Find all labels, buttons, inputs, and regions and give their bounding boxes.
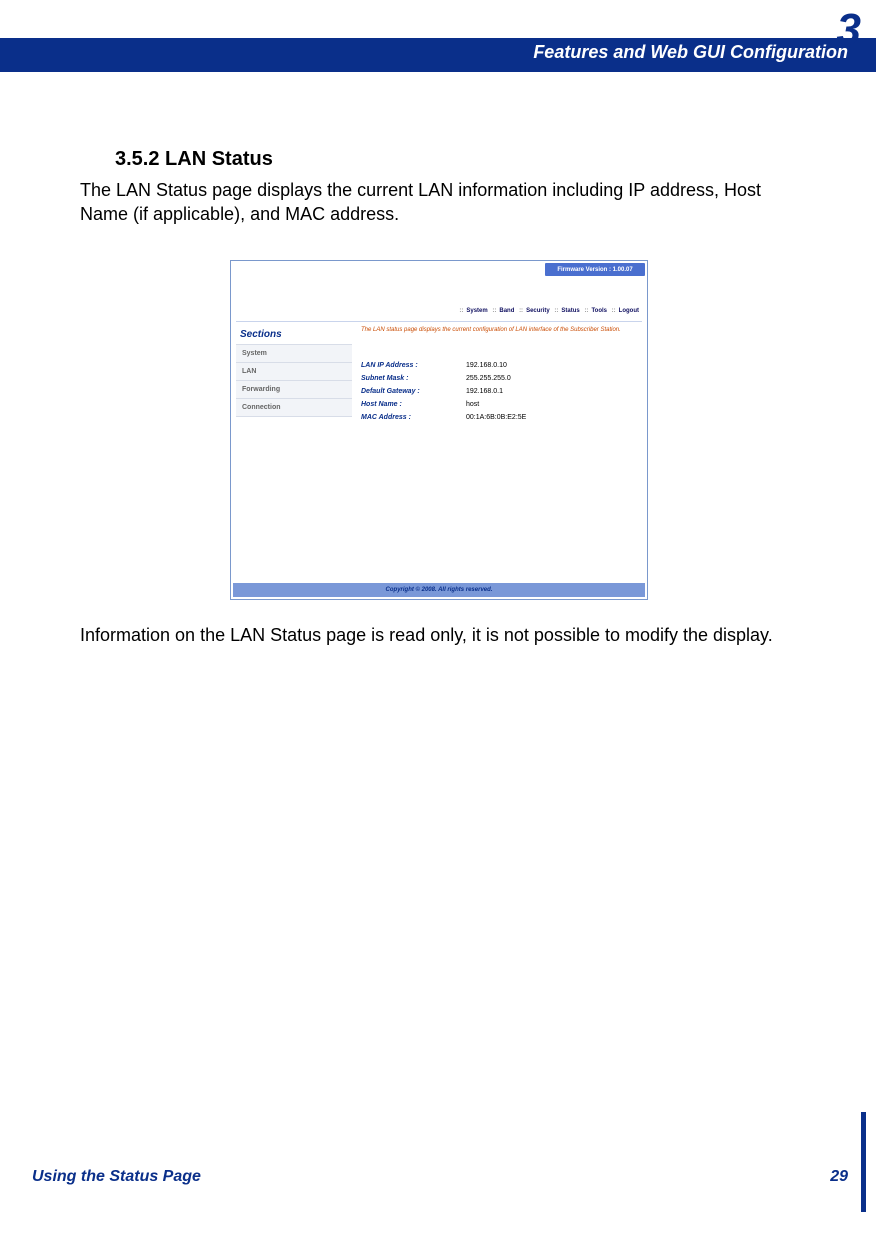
status-table: LAN IP Address : 192.168.0.10 Subnet Mas…: [361, 359, 636, 424]
nav-separator-icon: ::: [554, 308, 558, 314]
value-lan-ip: 192.168.0.10: [466, 362, 507, 369]
nav-separator-icon: ::: [459, 308, 463, 314]
nav-separator-icon: ::: [612, 308, 616, 314]
firmware-version-badge: Firmware Version : 1.00.07: [545, 263, 645, 276]
header-title: Features and Web GUI Configuration: [533, 42, 848, 63]
footer-section-title: Using the Status Page: [32, 1168, 201, 1186]
embedded-screenshot: Firmware Version : 1.00.07 ::System ::Ba…: [230, 260, 648, 600]
page-number: 29: [830, 1168, 848, 1186]
copyright-bar: Copyright © 2008. All rights reserved.: [233, 583, 645, 597]
footer-rule: [861, 1112, 866, 1212]
top-nav: ::System ::Band ::Security ::Status ::To…: [456, 308, 639, 314]
row-hostname: Host Name : host: [361, 398, 636, 411]
label-hostname: Host Name :: [361, 401, 466, 408]
nav-tools[interactable]: Tools: [591, 308, 607, 314]
nav-status[interactable]: Status: [561, 308, 579, 314]
page-description: The LAN status page displays the current…: [361, 327, 636, 335]
row-mac: MAC Address : 00:1A:6B:0B:E2:5E: [361, 411, 636, 424]
nav-separator-icon: ::: [519, 308, 523, 314]
nav-system[interactable]: System: [466, 308, 487, 314]
nav-separator-icon: ::: [492, 308, 496, 314]
label-subnet: Subnet Mask :: [361, 375, 466, 382]
label-lan-ip: LAN IP Address :: [361, 362, 466, 369]
sidebar: Sections System LAN Forwarding Connectio…: [236, 327, 352, 417]
value-mac: 00:1A:6B:0B:E2:5E: [466, 414, 526, 421]
sidebar-title: Sections: [236, 327, 352, 344]
document-page: 3 Features and Web GUI Configuration 3.5…: [0, 0, 876, 1240]
nav-band[interactable]: Band: [499, 308, 514, 314]
nav-separator-icon: ::: [584, 308, 588, 314]
row-lan-ip: LAN IP Address : 192.168.0.10: [361, 359, 636, 372]
body-paragraph-1: The LAN Status page displays the current…: [80, 178, 800, 227]
row-gateway: Default Gateway : 192.168.0.1: [361, 385, 636, 398]
row-subnet: Subnet Mask : 255.255.255.0: [361, 372, 636, 385]
nav-security[interactable]: Security: [526, 308, 550, 314]
nav-logout[interactable]: Logout: [619, 308, 639, 314]
sidebar-item-lan[interactable]: LAN: [236, 362, 352, 380]
value-subnet: 255.255.255.0: [466, 375, 511, 382]
value-hostname: host: [466, 401, 479, 408]
sidebar-item-connection[interactable]: Connection: [236, 398, 352, 417]
label-mac: MAC Address :: [361, 414, 466, 421]
divider: [236, 321, 642, 322]
sidebar-item-system[interactable]: System: [236, 344, 352, 362]
value-gateway: 192.168.0.1: [466, 388, 503, 395]
body-paragraph-2: Information on the LAN Status page is re…: [80, 623, 800, 647]
label-gateway: Default Gateway :: [361, 388, 466, 395]
section-heading: 3.5.2 LAN Status: [115, 148, 273, 171]
sidebar-item-forwarding[interactable]: Forwarding: [236, 380, 352, 398]
